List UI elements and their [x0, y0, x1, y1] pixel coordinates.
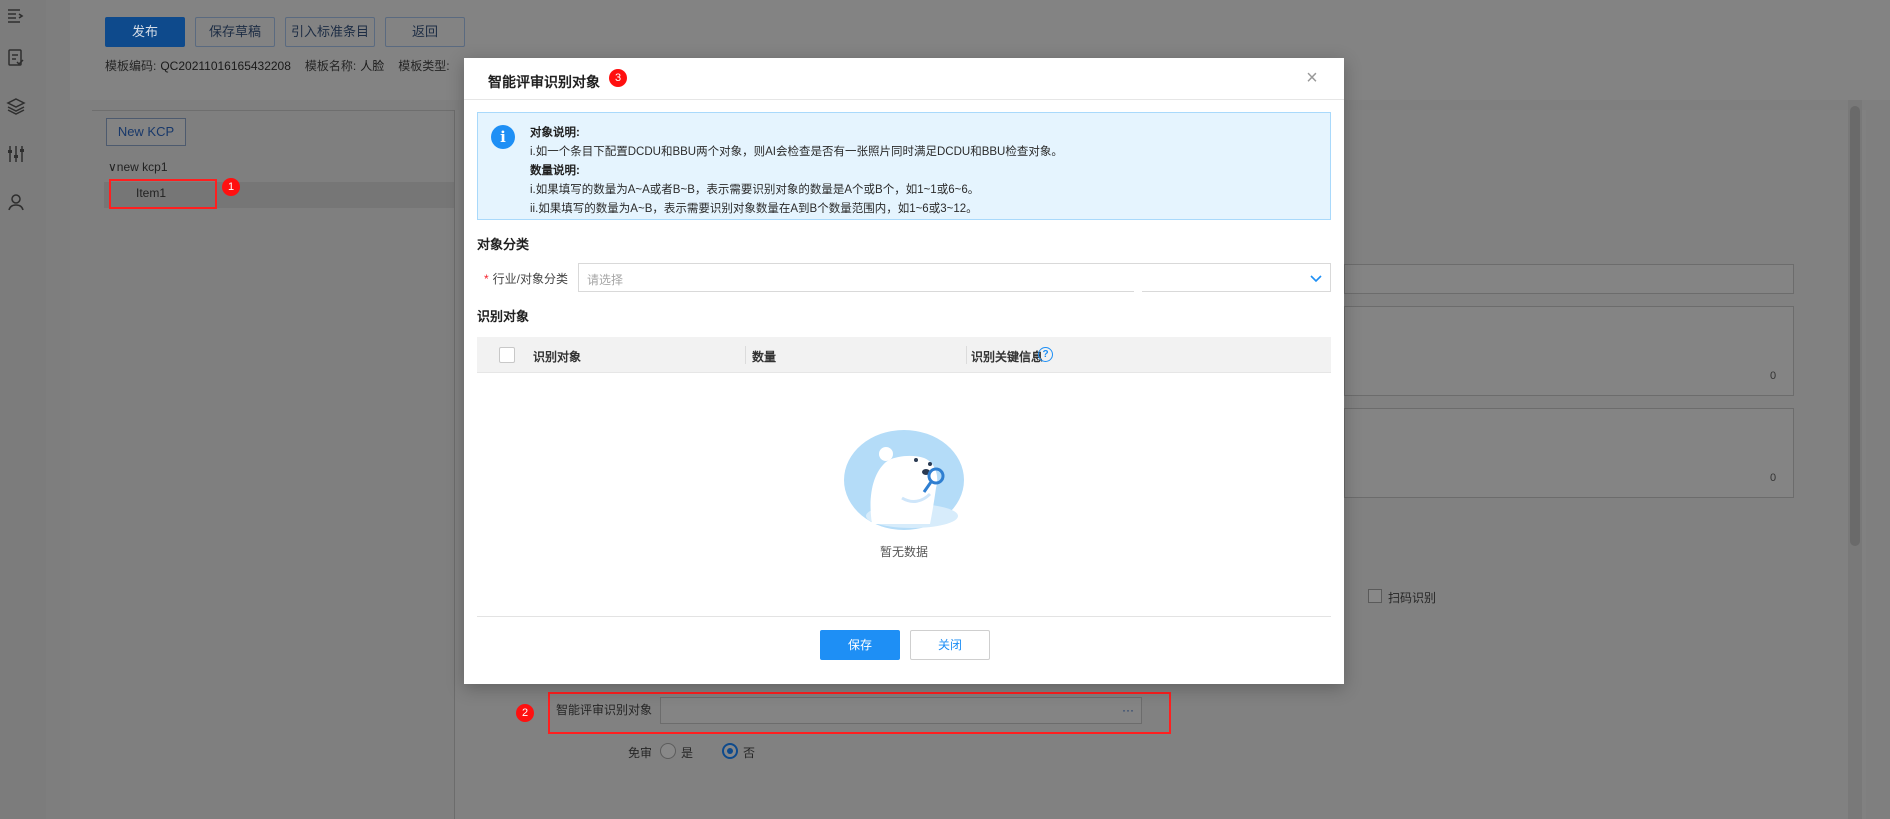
exempt-yes-radio[interactable]	[660, 743, 676, 759]
exempt-no-radio[interactable]	[722, 743, 738, 759]
info-line-1: i.如一个条目下配置DCDU和BBU两个对象，则AI会检查是否有一张照片同时满足…	[530, 146, 1063, 158]
column-divider	[966, 346, 967, 364]
close-button[interactable]: 关闭	[910, 630, 990, 660]
template-name-label: 模板名称:	[304, 59, 357, 73]
section-title-category: 对象分类	[477, 237, 530, 252]
import-standard-button[interactable]: 引入标准条目	[285, 17, 375, 47]
tree-pane	[92, 110, 454, 819]
exempt-yes-label: 是	[681, 746, 694, 760]
recog-object-input[interactable]	[660, 697, 1142, 724]
tree-node-label: new kcp1	[116, 160, 168, 174]
help-icon[interactable]: ?	[1038, 347, 1053, 362]
template-meta: 模板编码: QC20211016165432208 模板名称: 人脸 模板类型:	[105, 57, 454, 74]
background-input[interactable]	[1344, 264, 1794, 294]
template-name-value: 人脸	[360, 59, 385, 73]
user-icon[interactable]	[6, 192, 26, 212]
collapse-menu-icon[interactable]	[6, 6, 26, 26]
objects-table-header: 识别对象 数量 识别关键信息 ?	[477, 337, 1331, 373]
scan-code-checkbox[interactable]	[1368, 589, 1382, 603]
background-textarea-1[interactable]	[1344, 306, 1794, 396]
info-heading-quantity: 数量说明:	[530, 165, 580, 177]
info-heading-objects: 对象说明:	[530, 127, 580, 139]
left-nav	[0, 0, 46, 819]
exempt-no-label: 否	[743, 746, 756, 760]
info-icon: i	[491, 125, 515, 149]
template-type-label: 模板类型:	[398, 59, 450, 73]
category-label-text: 行业/对象分类	[492, 272, 569, 286]
recog-object-dialog: 智能评审识别对象 3 × i 对象说明: i.如一个条目下配置DCDU和BBU两…	[464, 58, 1344, 684]
annotation-box-1	[109, 179, 217, 209]
background-textarea-2[interactable]	[1344, 408, 1794, 498]
footer-divider	[477, 616, 1331, 617]
column-divider	[745, 346, 746, 364]
chevron-down-icon[interactable]: ∨	[108, 160, 117, 174]
required-mark: *	[484, 272, 489, 286]
dialog-header: 智能评审识别对象 3 ×	[464, 58, 1344, 100]
template-code-value: QC20211016165432208	[160, 59, 291, 73]
section-title-objects: 识别对象	[477, 309, 530, 324]
new-kcp-button[interactable]: New KCP	[106, 118, 186, 146]
layers-icon[interactable]	[6, 96, 26, 116]
chevron-down-icon[interactable]	[1308, 270, 1324, 286]
polar-bear-empty-icon	[844, 430, 964, 530]
scrollbar-thumb[interactable]	[1850, 106, 1860, 546]
settings-sliders-icon[interactable]	[6, 144, 26, 164]
save-draft-button[interactable]: 保存草稿	[195, 17, 275, 47]
close-icon[interactable]: ×	[1302, 68, 1322, 88]
checklist-icon[interactable]	[6, 48, 26, 68]
recog-object-label: 智能评审识别对象	[556, 703, 653, 717]
back-button[interactable]: 返回	[385, 17, 465, 47]
template-code-label: 模板编码:	[105, 59, 157, 73]
empty-state-text: 暂无数据	[879, 545, 928, 559]
col-key-info: 识别关键信息	[971, 350, 1044, 364]
category-select[interactable]: 请选择	[578, 263, 1331, 294]
textarea-1-count: 0	[1770, 370, 1777, 382]
category-placeholder: 请选择	[587, 273, 624, 287]
info-text: 对象说明: i.如一个条目下配置DCDU和BBU两个对象，则AI会检查是否有一张…	[530, 124, 1063, 219]
annotation-badge-1: 1	[222, 178, 240, 196]
info-line-2: i.如果填写的数量为A~A或者B~B，表示需要识别对象的数量是A个或B个，如1~…	[530, 184, 980, 196]
select-all-checkbox[interactable]	[499, 347, 515, 363]
category-field-label: * 行业/对象分类	[484, 270, 568, 287]
info-line-3: ii.如果填写的数量为A~B，表示需要识别对象数量在A到B个数量范围内，如1~6…	[530, 203, 978, 215]
col-quantity: 数量	[752, 350, 777, 364]
annotation-badge-2: 2	[516, 704, 534, 722]
save-button[interactable]: 保存	[820, 630, 900, 660]
tree-node-kcp[interactable]: ∨new kcp1	[108, 160, 168, 174]
info-alert: i 对象说明: i.如一个条目下配置DCDU和BBU两个对象，则AI会检查是否有…	[477, 112, 1331, 220]
textarea-2-count: 0	[1770, 472, 1777, 484]
more-dots-icon[interactable]: ···	[1122, 703, 1134, 717]
col-recog-object: 识别对象	[533, 350, 582, 364]
exempt-label: 免审	[628, 746, 653, 760]
publish-button[interactable]: 发布	[105, 17, 185, 47]
annotation-badge-3: 3	[609, 69, 627, 87]
scan-code-label: 扫码识别	[1388, 591, 1437, 605]
select-divider-gap	[1134, 291, 1142, 294]
dialog-title: 智能评审识别对象	[488, 74, 600, 90]
